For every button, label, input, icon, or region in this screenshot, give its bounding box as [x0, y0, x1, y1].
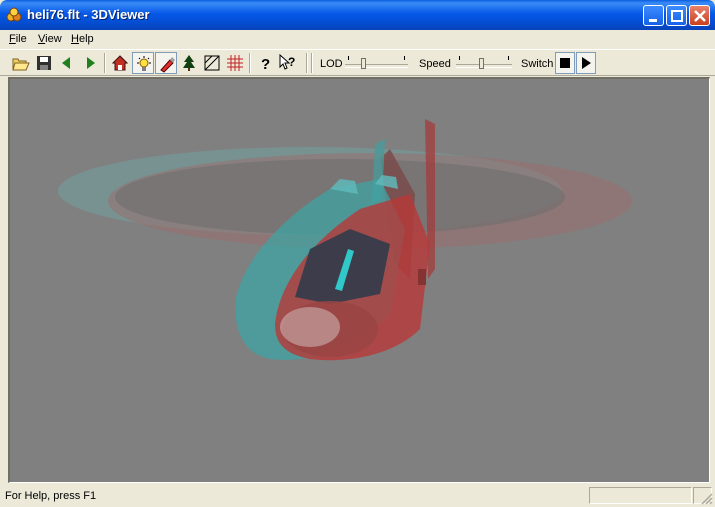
forward-button[interactable] [79, 52, 101, 74]
context-help-icon: ? [279, 54, 295, 70]
window-title: heli76.flt - 3DViewer [27, 7, 150, 22]
paint-button[interactable] [155, 52, 177, 74]
status-bar: For Help, press F1 [0, 485, 715, 507]
toolbar-separator [104, 53, 106, 73]
toolbar: ? ? LOD Speed Switch [0, 49, 715, 76]
close-icon [694, 10, 706, 22]
play-icon [582, 57, 591, 69]
grid-icon [227, 55, 243, 71]
nose-highlight [280, 307, 340, 347]
status-pane [589, 487, 692, 504]
minimize-button[interactable] [643, 5, 664, 26]
toolbar-separator [306, 53, 308, 73]
svg-text:?: ? [261, 56, 270, 72]
stop-icon [560, 58, 570, 68]
slider-tick [348, 56, 349, 60]
lod-slider-track [345, 64, 408, 68]
toolbar-separator [311, 53, 313, 73]
lod-slider-thumb[interactable] [361, 58, 366, 69]
context-help-button[interactable]: ? [277, 52, 299, 74]
svg-text:?: ? [288, 55, 295, 69]
speed-slider-track [456, 64, 512, 68]
helicopter-scene [58, 119, 632, 361]
menu-file[interactable]: File [9, 33, 27, 45]
play-button[interactable] [576, 52, 596, 74]
grid-button[interactable] [224, 52, 246, 74]
minimize-icon [649, 19, 657, 22]
home-icon [111, 55, 129, 71]
back-arrow-icon [62, 57, 70, 69]
app-window: heli76.flt - 3DViewer File View Help ? ?… [0, 0, 715, 507]
help-button[interactable]: ? [254, 52, 276, 74]
title-bar[interactable]: heli76.flt - 3DViewer [0, 0, 715, 30]
speed-slider[interactable] [456, 54, 512, 74]
back-button[interactable] [56, 52, 78, 74]
forward-arrow-icon [87, 57, 95, 69]
lod-slider[interactable] [345, 54, 408, 74]
slider-tick [404, 56, 405, 60]
save-button[interactable] [33, 52, 55, 74]
tree-icon [183, 55, 195, 71]
slider-tick [508, 56, 509, 60]
tree-button[interactable] [178, 52, 200, 74]
switch-label: Switch [521, 58, 554, 70]
stop-button[interactable] [555, 52, 575, 74]
wireframe-icon [204, 55, 220, 71]
paint-icon [160, 57, 175, 73]
resize-grip-icon[interactable] [701, 493, 713, 505]
menu-view[interactable]: View [38, 33, 62, 45]
close-button[interactable] [689, 5, 710, 26]
3d-viewport[interactable] [8, 77, 710, 483]
speed-slider-thumb[interactable] [479, 58, 484, 69]
slider-tick [459, 56, 460, 60]
light-icon [137, 56, 151, 71]
maximize-button[interactable] [666, 5, 687, 26]
lod-label: LOD [320, 58, 343, 70]
landing-gear [418, 269, 426, 285]
menu-bar: File View Help [0, 30, 715, 48]
home-button[interactable] [109, 52, 131, 74]
maximize-icon [671, 10, 683, 22]
open-button[interactable] [10, 52, 32, 74]
speed-label: Speed [419, 58, 451, 70]
open-icon [12, 58, 30, 71]
app-icon[interactable] [6, 7, 22, 23]
light-button[interactable] [132, 52, 154, 74]
help-icon: ? [261, 56, 270, 72]
toolbar-separator [249, 53, 251, 73]
save-icon [37, 56, 51, 70]
menu-help[interactable]: Help [71, 33, 94, 45]
status-text: For Help, press F1 [5, 490, 97, 502]
wireframe-button[interactable] [201, 52, 223, 74]
